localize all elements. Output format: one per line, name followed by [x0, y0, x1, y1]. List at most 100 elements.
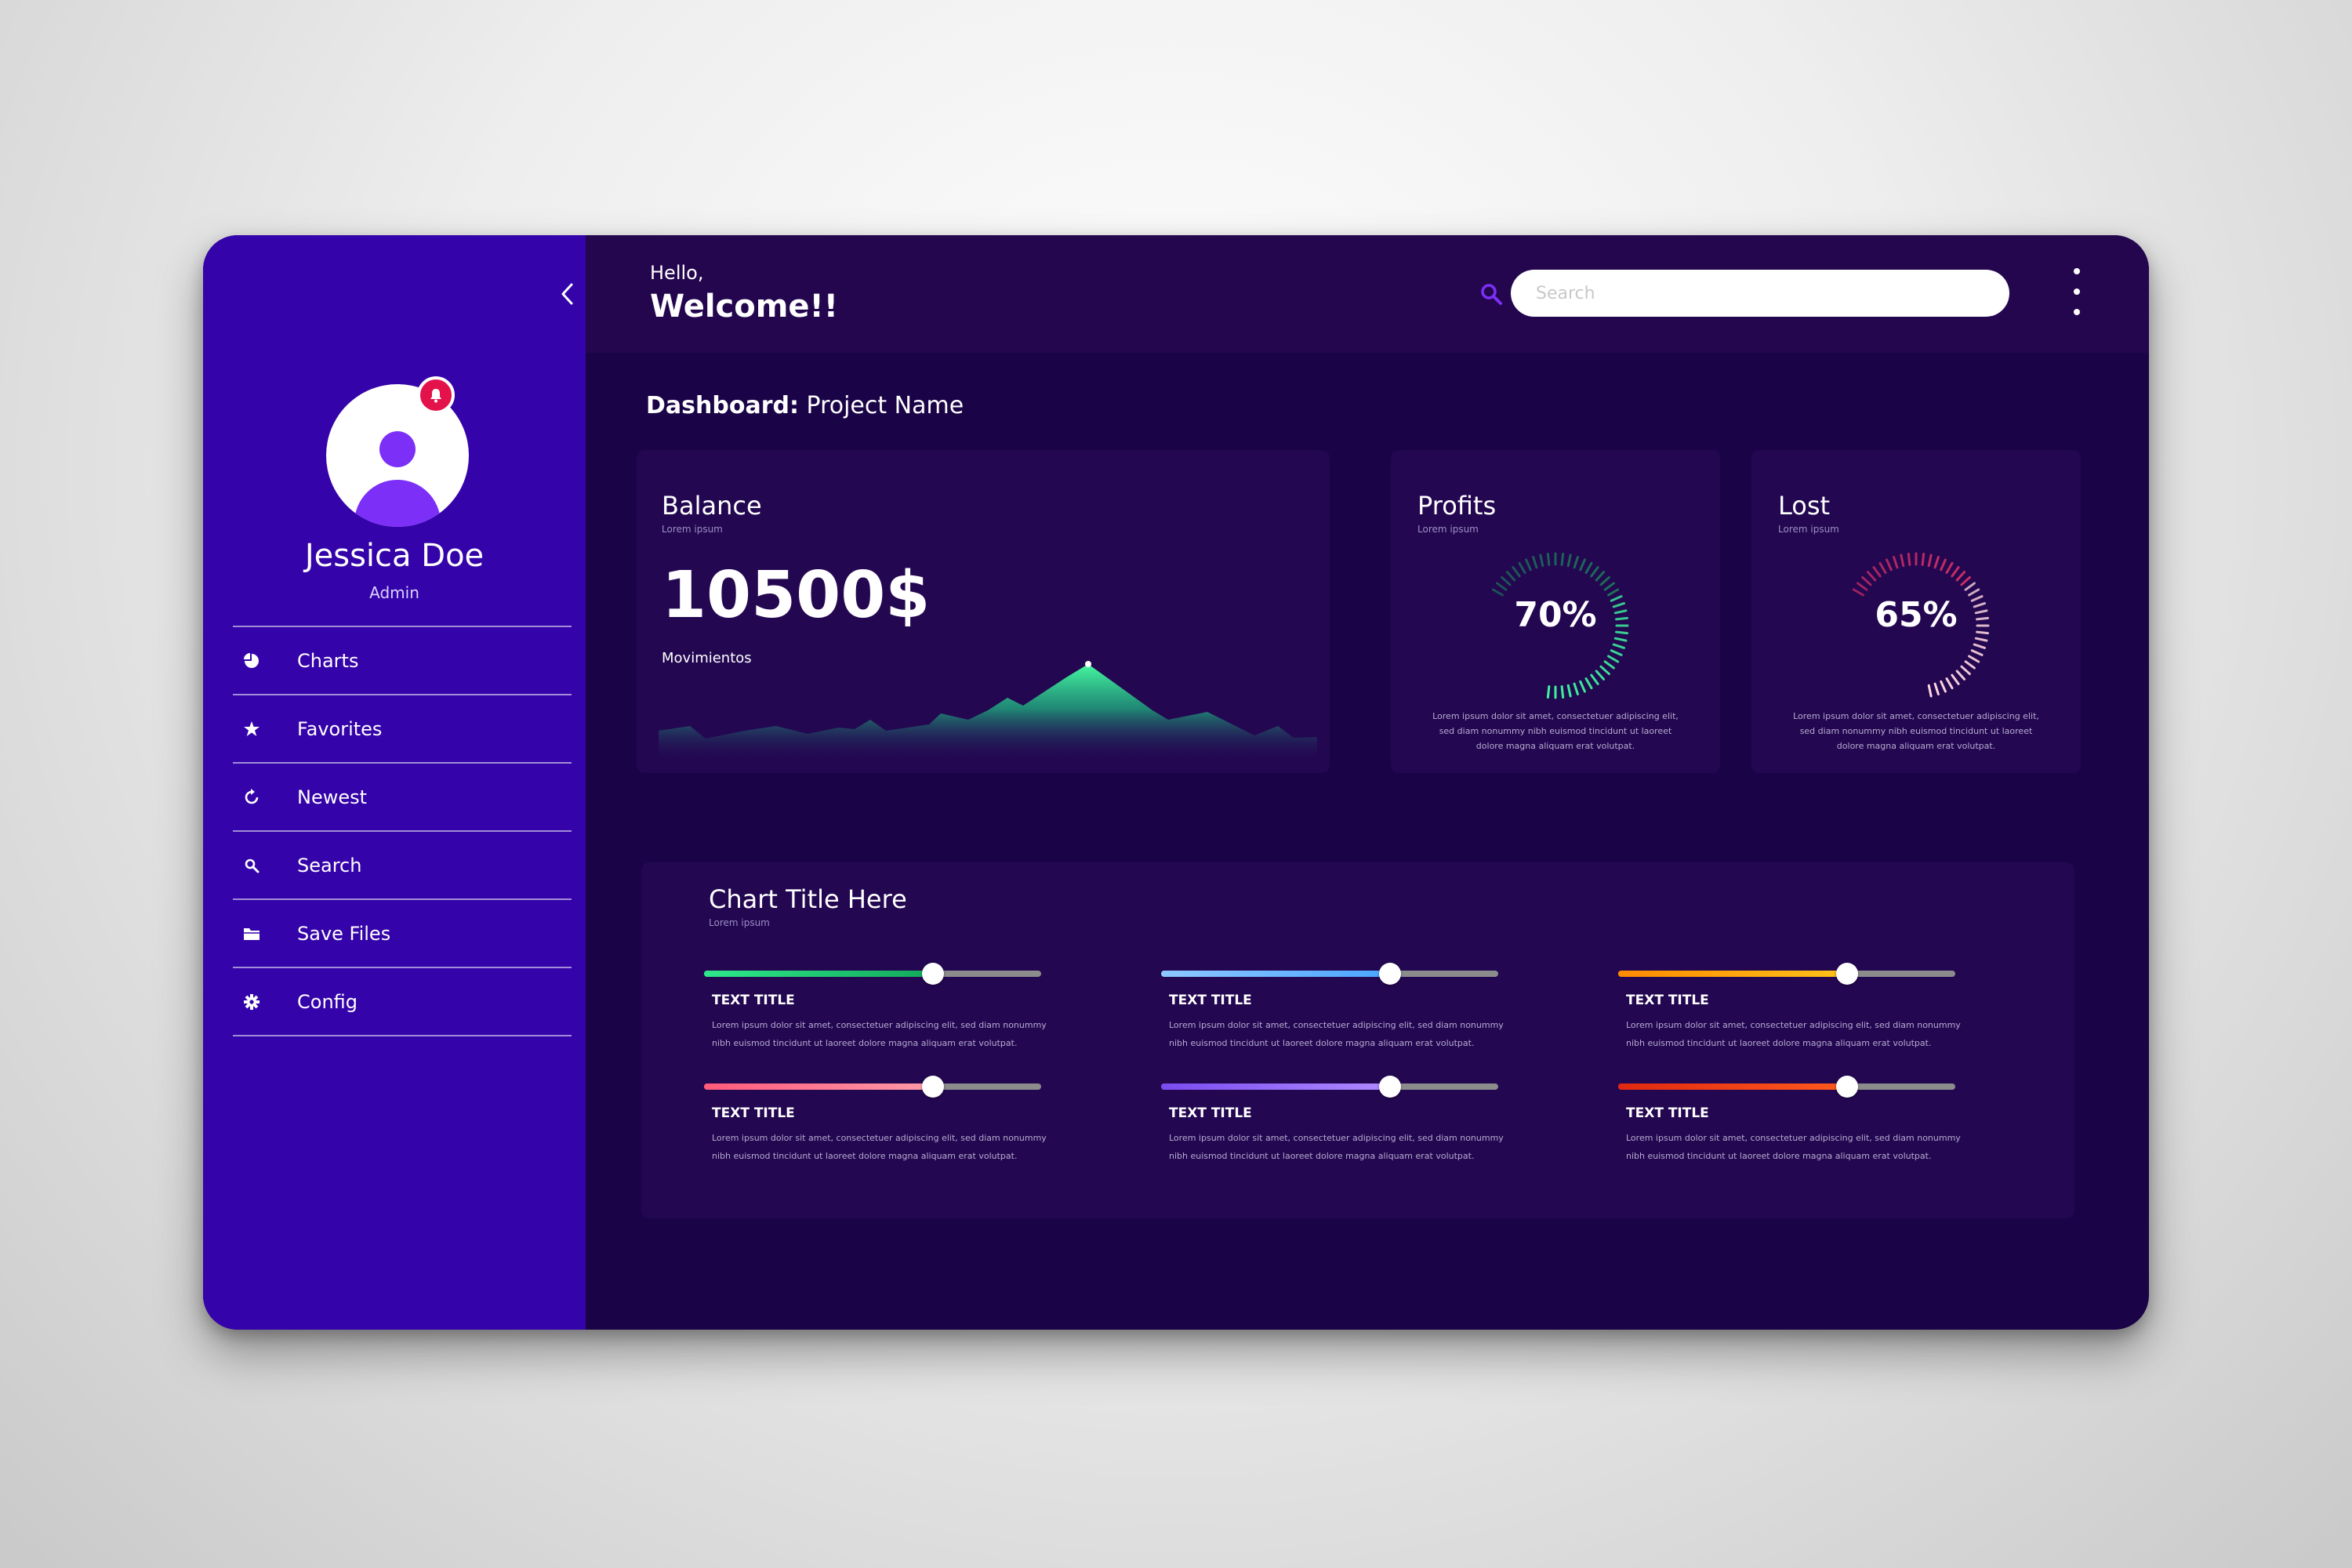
- gauge-tick: [1878, 561, 1887, 574]
- lost-card: Lost Lorem ipsum 65% Lorem ipsum dolor s…: [1751, 450, 2081, 773]
- slider-handle[interactable]: [922, 963, 945, 985]
- slider-description: Lorem ipsum dolor sit amet, consectetuer…: [1626, 1133, 1961, 1161]
- gauge-tick: [1960, 665, 1971, 676]
- gauge-tick: [1857, 582, 1868, 591]
- profits-title: Profits: [1417, 491, 1497, 521]
- avatar-head: [379, 431, 416, 467]
- gauge-tick: [1866, 571, 1877, 582]
- gauge-tick: [1921, 553, 1926, 566]
- gauge-tick: [1525, 558, 1532, 572]
- slider-fill: [1161, 1083, 1391, 1090]
- sidebar-item-charts[interactable]: Charts: [233, 627, 572, 695]
- lost-subtitle: Lorem ipsum: [1778, 524, 1839, 535]
- slider-description: Lorem ipsum dolor sit amet, consectetuer…: [712, 1133, 1047, 1161]
- gauge-tick: [1968, 588, 1980, 597]
- slider-title: TEXT TITLE: [712, 1105, 795, 1121]
- gauge-tick: [1973, 643, 1986, 649]
- sidebar-item-label: Charts: [297, 649, 359, 672]
- notification-badge[interactable]: [417, 376, 455, 414]
- sidebar-item-label: Favorites: [297, 717, 383, 740]
- slider-track[interactable]: [1161, 963, 1498, 985]
- slider-track[interactable]: [1618, 963, 1955, 985]
- refresh-icon: [242, 788, 261, 807]
- gauge-tick: [1560, 685, 1565, 699]
- search-icon: [242, 856, 261, 875]
- lost-description: Lorem ipsum dolor sit amet, consectetuer…: [1793, 711, 2039, 751]
- gauge-tick: [1945, 677, 1954, 690]
- slider-handle[interactable]: [1379, 963, 1402, 985]
- slider-fill: [704, 1083, 934, 1090]
- sidebar-item-label: Save Files: [297, 922, 391, 945]
- balance-value: 10500$: [662, 558, 931, 633]
- slider-item: TEXT TITLE Lorem ipsum dolor sit amet, c…: [1618, 963, 1961, 1052]
- slider-track[interactable]: [1161, 1076, 1498, 1098]
- slider-item: TEXT TITLE Lorem ipsum dolor sit amet, c…: [1161, 963, 1504, 1052]
- gauge-tick: [1607, 588, 1620, 597]
- sidebar-item-newest[interactable]: Newest: [233, 764, 572, 832]
- slider-description: Lorem ipsum dolor sit amet, consectetuer…: [712, 1020, 1047, 1048]
- more-menu-icon[interactable]: [2069, 268, 2085, 315]
- slider-track[interactable]: [1618, 1076, 1955, 1098]
- search-input[interactable]: [1511, 270, 2009, 317]
- gauge-tick: [1595, 571, 1606, 582]
- chevron-left-icon[interactable]: [556, 282, 579, 306]
- sidebar-item-label: Config: [297, 990, 358, 1013]
- sidebar: Jessica Doe Admin Charts Favorites Newes…: [203, 235, 586, 1330]
- gauge-tick: [1539, 554, 1544, 568]
- chart-section: Chart Title Here Lorem ipsum TEXT TITLE …: [641, 862, 2074, 1218]
- slider-track[interactable]: [704, 1076, 1041, 1098]
- sidebar-item-config[interactable]: Config: [233, 968, 572, 1036]
- gauge-tick: [1951, 673, 1960, 685]
- profits-description: Lorem ipsum dolor sit amet, consectetuer…: [1432, 711, 1679, 751]
- gauge-tick: [1599, 665, 1610, 676]
- slider-handle[interactable]: [1379, 1076, 1402, 1098]
- profits-card: Profits Lorem ipsum 70% Lorem ipsum dolo…: [1391, 450, 1720, 773]
- gauge-tick: [1933, 682, 1940, 695]
- movements-area-chart: [659, 661, 1317, 764]
- gauge-tick: [1933, 556, 1940, 569]
- page-title-project: Project Name: [798, 392, 964, 419]
- slider-handle[interactable]: [922, 1076, 945, 1098]
- gauge-tick: [1900, 554, 1905, 568]
- sidebar-nav: Charts Favorites Newest Search Save File…: [233, 626, 572, 1036]
- slider-title: TEXT TITLE: [1626, 993, 1709, 1008]
- gauge-tick: [1579, 680, 1586, 693]
- slider-title: TEXT TITLE: [1169, 1105, 1252, 1121]
- page-title: Dashboard: Project Name: [646, 392, 964, 419]
- sidebar-item-label: Search: [297, 854, 362, 877]
- gauge-tick: [1974, 637, 1988, 642]
- slider-handle[interactable]: [1836, 963, 1859, 985]
- sidebar-item-save-files[interactable]: Save Files: [233, 900, 572, 968]
- sidebar-item-search[interactable]: Search: [233, 832, 572, 900]
- gauge-tick: [1927, 554, 1933, 568]
- gauge-tick: [1590, 673, 1599, 685]
- gauge-tick: [1599, 575, 1610, 586]
- gauge-tick: [1612, 643, 1625, 649]
- gauge-tick: [1907, 553, 1911, 566]
- gauge-tick: [1945, 561, 1954, 574]
- gauge-tick: [1579, 558, 1586, 572]
- slider-fill: [704, 971, 934, 977]
- gauge-tick: [1964, 660, 1976, 670]
- sidebar-item-favorites[interactable]: Favorites: [233, 695, 572, 764]
- bell-icon: [430, 389, 441, 403]
- search-icon[interactable]: [1478, 281, 1504, 307]
- gauge-tick: [1852, 588, 1864, 597]
- page-title-prefix: Dashboard:: [646, 392, 799, 419]
- gauge-tick: [1505, 571, 1516, 582]
- gauge-tick: [1886, 558, 1893, 572]
- sidebar-item-label: Newest: [297, 786, 368, 808]
- gauge-tick: [1964, 582, 1976, 591]
- gauge-tick: [1927, 684, 1933, 698]
- slider-handle[interactable]: [1836, 1076, 1859, 1098]
- slider-title: TEXT TITLE: [1626, 1105, 1709, 1121]
- gauge-tick: [1893, 556, 1899, 569]
- balance-card: Balance Lorem ipsum 10500$ Movimientos: [637, 450, 1330, 773]
- gauge-tick: [1584, 677, 1593, 690]
- slider-description: Lorem ipsum dolor sit amet, consectetuer…: [1169, 1020, 1504, 1048]
- slider-track[interactable]: [704, 963, 1041, 985]
- gear-icon: [242, 993, 261, 1011]
- gauge-tick: [1861, 575, 1872, 586]
- gauge-tick: [1590, 566, 1599, 578]
- gauge-tick: [1951, 566, 1960, 578]
